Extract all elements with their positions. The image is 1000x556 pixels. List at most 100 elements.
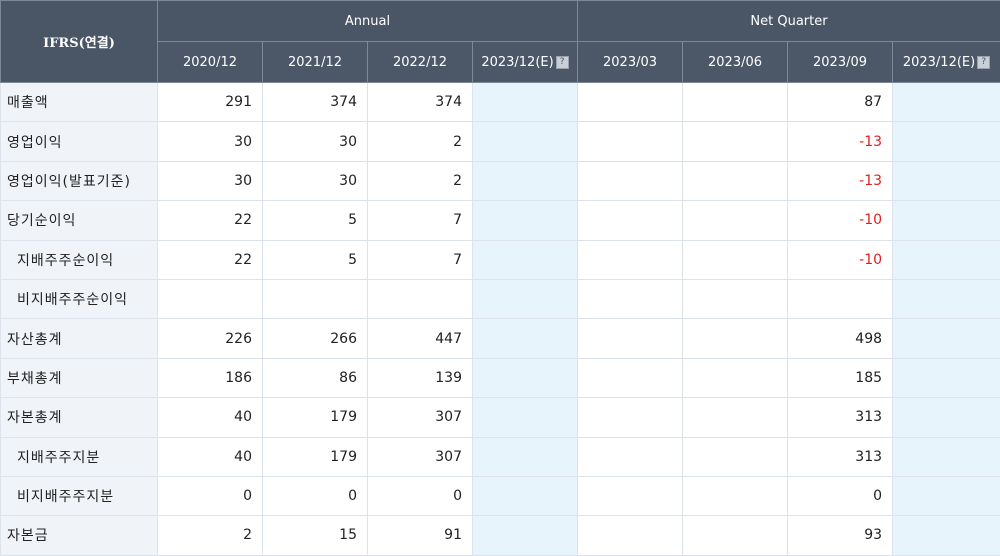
table-cell [683, 358, 788, 397]
table-cell [473, 240, 578, 279]
table-cell: 179 [263, 437, 368, 476]
table-cell [578, 516, 683, 555]
table-cell [683, 279, 788, 318]
row-label[interactable]: 영업이익(발표기준) [1, 161, 158, 200]
table-cell [893, 279, 1000, 318]
table-cell [578, 358, 683, 397]
row-label[interactable]: 자산총계 [1, 319, 158, 358]
table-cell [893, 161, 1000, 200]
table-cell [578, 201, 683, 240]
column-header: 2021/12 [263, 42, 368, 83]
table-cell [578, 240, 683, 279]
table-cell [578, 437, 683, 476]
table-cell [473, 83, 578, 122]
table-cell [473, 319, 578, 358]
table-row: 영업이익30302-13 [1, 122, 1000, 161]
column-header-label: 2023/12(E) [481, 55, 553, 70]
table-cell: 7 [368, 240, 473, 279]
column-header-label: 2021/12 [288, 55, 342, 70]
table-cell: 30 [263, 122, 368, 161]
row-label[interactable]: 자본총계 [1, 398, 158, 437]
table-cell: 374 [263, 83, 368, 122]
table-cell [683, 476, 788, 515]
table-cell [158, 279, 263, 318]
table-cell [893, 476, 1000, 515]
table-cell [893, 122, 1000, 161]
column-header-label: 2023/03 [603, 55, 657, 70]
table-row: 자본금2159193 [1, 516, 1000, 555]
table-cell: 226 [158, 319, 263, 358]
table-cell: -10 [788, 201, 893, 240]
table-cell [473, 201, 578, 240]
quarter-group-header: Net Quarter [578, 1, 1000, 42]
column-header-label: 2023/06 [708, 55, 762, 70]
column-header-label: 2020/12 [183, 55, 237, 70]
column-header: 2023/12(E)? [893, 42, 1000, 83]
table-cell [473, 122, 578, 161]
table-row: 비지배주주순이익 [1, 279, 1000, 318]
table-cell: 374 [368, 83, 473, 122]
table-cell: -13 [788, 161, 893, 200]
table-cell [473, 358, 578, 397]
table-cell [683, 437, 788, 476]
table-cell [473, 161, 578, 200]
table-cell [683, 83, 788, 122]
table-cell: 313 [788, 437, 893, 476]
table-cell [368, 279, 473, 318]
table-cell: 139 [368, 358, 473, 397]
row-label[interactable]: 비지배주주순이익 [1, 279, 158, 318]
table-cell [893, 201, 1000, 240]
question-icon[interactable]: ? [977, 56, 990, 69]
financial-summary-table: IFRS(연결) Annual Net Quarter 2020/12 2021/… [0, 0, 1000, 556]
table-cell: 7 [368, 201, 473, 240]
table-cell: 179 [263, 398, 368, 437]
table-cell: 22 [158, 240, 263, 279]
row-label[interactable]: 부채총계 [1, 358, 158, 397]
table-cell: 0 [263, 476, 368, 515]
table-cell [578, 122, 683, 161]
table-cell: 40 [158, 437, 263, 476]
table-cell: 5 [263, 201, 368, 240]
table-cell [788, 279, 893, 318]
table-cell [263, 279, 368, 318]
table-cell: 307 [368, 398, 473, 437]
row-label[interactable]: 지배주주지분 [1, 437, 158, 476]
table-cell [893, 437, 1000, 476]
table-cell: 15 [263, 516, 368, 555]
table-cell: 86 [263, 358, 368, 397]
table-cell: 0 [158, 476, 263, 515]
table-cell [893, 319, 1000, 358]
row-label[interactable]: 영업이익 [1, 122, 158, 161]
table-cell [578, 279, 683, 318]
table-cell: 91 [368, 516, 473, 555]
table-cell: -13 [788, 122, 893, 161]
table-row: 비지배주주지분0000 [1, 476, 1000, 515]
table-cell [683, 201, 788, 240]
table-cell [893, 83, 1000, 122]
table-cell [578, 319, 683, 358]
row-label[interactable]: 자본금 [1, 516, 158, 555]
table-cell [578, 398, 683, 437]
corner-header: IFRS(연결) [1, 1, 158, 83]
table-row: 영업이익(발표기준)30302-13 [1, 161, 1000, 200]
question-icon[interactable]: ? [556, 56, 569, 69]
table-cell [893, 240, 1000, 279]
column-header: 2020/12 [158, 42, 263, 83]
row-label[interactable]: 매출액 [1, 83, 158, 122]
row-label[interactable]: 당기순이익 [1, 201, 158, 240]
table-cell: 498 [788, 319, 893, 358]
table-cell [473, 516, 578, 555]
table-cell: 307 [368, 437, 473, 476]
annual-group-header: Annual [158, 1, 578, 42]
row-label[interactable]: 비지배주주지분 [1, 476, 158, 515]
table-cell [578, 161, 683, 200]
table-cell: 2 [368, 161, 473, 200]
column-header: 2023/12(E)? [473, 42, 578, 83]
column-header: 2023/09 [788, 42, 893, 83]
table-cell [683, 398, 788, 437]
table-cell [683, 516, 788, 555]
table-row: 지배주주순이익2257-10 [1, 240, 1000, 279]
column-header: 2023/06 [683, 42, 788, 83]
row-label[interactable]: 지배주주순이익 [1, 240, 158, 279]
table-cell [683, 161, 788, 200]
